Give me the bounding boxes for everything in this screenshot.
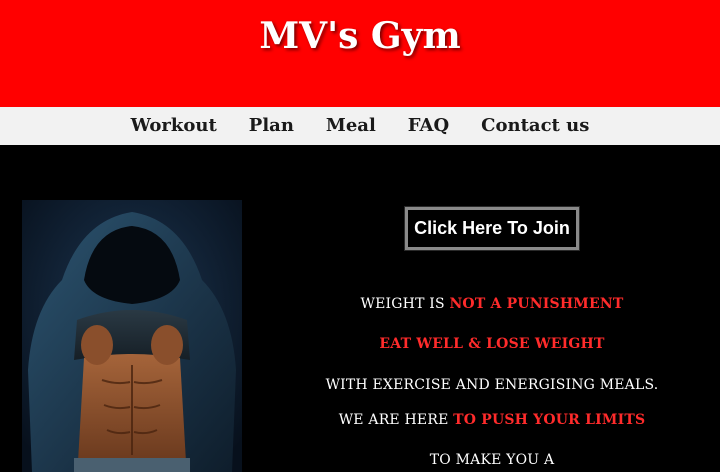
- main-content: Click Here To Join WEIGHT IS NOT A PUNIS…: [0, 145, 720, 472]
- site-header: MV's Gym: [0, 0, 720, 107]
- tagline-line-4-prefix: WE ARE HERE: [338, 412, 454, 428]
- nav-item-plan[interactable]: Plan: [249, 107, 294, 145]
- tagline-line-3: WITH EXERCISE AND ENERGISING MEALS.: [325, 377, 659, 393]
- tagline-line-4: WE ARE HERE TO PUSH YOUR LIMITS: [262, 412, 720, 428]
- muscular-man-hoodie-photo-icon: [22, 200, 242, 472]
- join-button[interactable]: Click Here To Join: [404, 206, 580, 251]
- tagline-highlight-not-a-punishment: NOT A PUNISHMENT: [449, 296, 624, 312]
- tagline-line-5: TO MAKE YOU A: [429, 452, 555, 468]
- nav-item-meal[interactable]: Meal: [326, 107, 376, 145]
- nav-item-contact-us[interactable]: Contact us: [481, 107, 589, 145]
- main-nav: Workout Plan Meal FAQ Contact us: [0, 107, 720, 145]
- nav-item-workout[interactable]: Workout: [131, 107, 217, 145]
- tagline-line-1-prefix: WEIGHT IS: [360, 296, 450, 312]
- site-title: MV's Gym: [259, 15, 461, 57]
- tagline-line-1: WEIGHT IS NOT A PUNISHMENT: [262, 296, 720, 312]
- nav-item-faq[interactable]: FAQ: [408, 107, 449, 145]
- tagline-line-2: EAT WELL & LOSE WEIGHT: [379, 336, 605, 352]
- tagline-highlight-push-limits: TO PUSH YOUR LIMITS: [453, 412, 646, 428]
- hero-image: [22, 200, 242, 472]
